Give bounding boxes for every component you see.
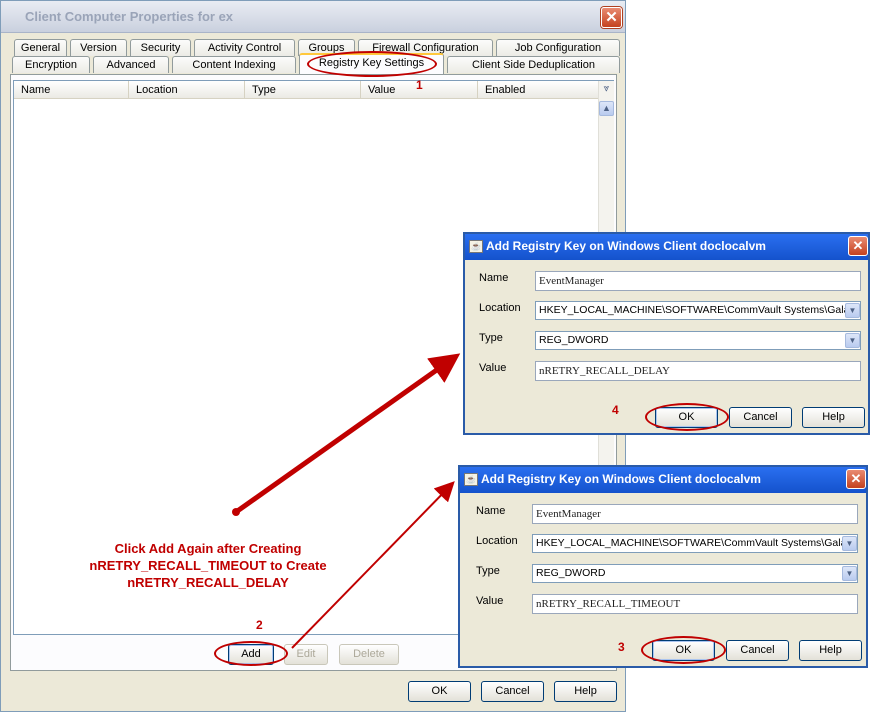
callout-line-1: Click Add Again after Creating — [114, 541, 302, 556]
callout-line-3: nRETRY_RECALL_DELAY — [127, 575, 289, 590]
step-3-label: 3 — [618, 640, 625, 654]
annotation-layer — [232, 353, 461, 649]
arrow-origin-dot — [232, 508, 240, 516]
callout-line-2: nRETRY_RECALL_TIMEOUT to Create — [89, 558, 327, 573]
step-1-label: 1 — [416, 78, 423, 92]
step-4-label: 4 — [612, 403, 619, 417]
highlight-ok-timeout — [641, 636, 726, 664]
highlight-registry-tab — [307, 51, 437, 77]
highlight-ok-delay — [645, 403, 729, 431]
highlight-add-button — [214, 641, 288, 666]
step-2-label: 2 — [256, 618, 263, 632]
arrow-to-delay-dialog — [234, 353, 461, 515]
callout-text: Click Add Again after Creating nRETRY_RE… — [48, 540, 368, 591]
